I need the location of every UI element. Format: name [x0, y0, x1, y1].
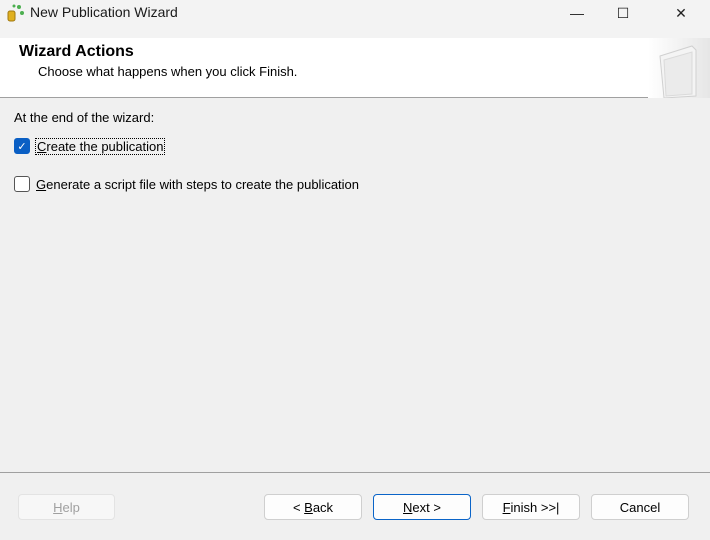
page-subtitle: Choose what happens when you click Finis…: [38, 64, 298, 79]
wizard-header: Wizard Actions Choose what happens when …: [0, 38, 710, 99]
cancel-button[interactable]: Cancel: [591, 494, 689, 520]
accel-key: G: [36, 176, 47, 192]
accel-key: B: [304, 499, 313, 515]
next-button[interactable]: Next >: [373, 494, 471, 520]
label-text: reate the publication: [46, 138, 164, 154]
minimize-button[interactable]: —: [554, 0, 600, 26]
label-text: ack: [312, 499, 334, 515]
label-text: enerate a script file with steps to crea…: [46, 176, 360, 192]
generate-script-checkbox[interactable]: [14, 176, 30, 192]
label-text: ext >: [412, 499, 441, 515]
accel-key: F: [502, 499, 511, 515]
help-button[interactable]: Help: [18, 494, 115, 520]
create-publication-option[interactable]: ✓ Create the publication: [14, 137, 166, 155]
back-button[interactable]: < Back: [264, 494, 362, 520]
label-text: <: [292, 499, 305, 515]
close-button[interactable]: ✕: [658, 0, 704, 26]
maximize-button[interactable]: ☐: [600, 0, 646, 26]
checkmark-icon: ✓: [17, 140, 27, 153]
accel-key: N: [403, 499, 413, 515]
header-graphic-icon: [648, 38, 710, 99]
publication-wizard-icon: [7, 4, 24, 22]
title-bar: New Publication Wizard — ☐ ✕: [0, 0, 710, 38]
create-publication-checkbox[interactable]: ✓: [14, 138, 30, 154]
generate-script-label[interactable]: Generate a script file with steps to cre…: [36, 177, 359, 192]
label-text: inish >>|: [510, 499, 560, 515]
accel-key: C: [37, 138, 47, 154]
create-publication-label[interactable]: Create the publication: [34, 137, 166, 155]
end-of-wizard-label: At the end of the wizard:: [14, 110, 155, 125]
label-text: Cancel: [619, 499, 661, 515]
page-title: Wizard Actions: [19, 43, 134, 60]
generate-script-option[interactable]: Generate a script file with steps to cre…: [14, 176, 359, 192]
finish-button[interactable]: Finish >>|: [482, 494, 580, 520]
footer-divider: [0, 472, 710, 473]
accel-key: H: [53, 499, 63, 515]
label-text: elp: [62, 499, 80, 515]
window-title: New Publication Wizard: [30, 4, 178, 20]
